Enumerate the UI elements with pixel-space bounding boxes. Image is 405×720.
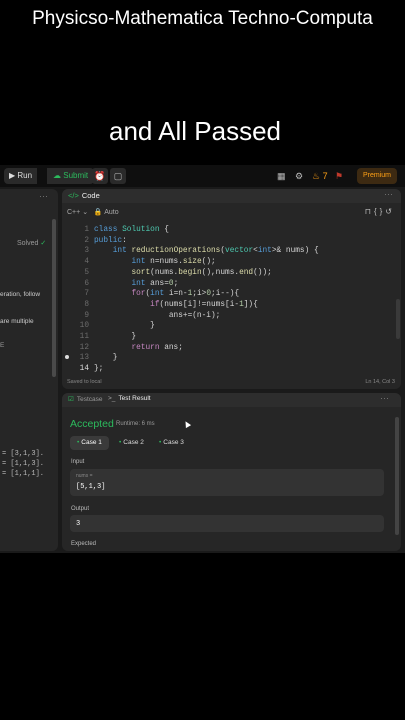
checkbox-icon: ☑ — [68, 396, 74, 403]
check-icon: • — [159, 439, 162, 446]
submit-button[interactable]: ☁ Submit — [47, 168, 95, 184]
line-number: 4 — [84, 258, 89, 267]
example-line: = [1,1,3]. — [2, 460, 45, 468]
test-result-panel: ☑ Testcase >_ Test Result ··· Accepted Run… — [62, 393, 401, 551]
line-number: 1 — [84, 226, 89, 234]
runtime-label: Runtime: 6 ms — [116, 421, 155, 427]
bookmark-icon[interactable]: ⊓ — [365, 207, 374, 216]
premium-button[interactable]: Premium — [356, 168, 397, 184]
leetcode-app: ▶ Run ☁ Submit ⏰ ▢ ▦ ⚙ ♨ 7 ⚑ Premium ···… — [0, 165, 405, 553]
fire-icon: ♨ — [312, 171, 321, 181]
braces-icon[interactable]: {} — [374, 207, 385, 216]
line-number: 13 — [79, 354, 89, 363]
example-line: = [1,1,1]. — [2, 470, 45, 478]
scrollbar[interactable] — [395, 417, 399, 535]
line-number: 9 — [84, 311, 89, 320]
more-icon[interactable]: ··· — [384, 189, 393, 199]
solved-badge: Solved ✓ — [17, 240, 47, 247]
case-tab-3[interactable]: • Case 3 — [152, 436, 191, 450]
check-icon: • — [119, 439, 122, 446]
code-panel-header: </> Code ··· — [62, 189, 401, 203]
case-tab-1[interactable]: • Case 1 — [70, 436, 109, 450]
check-circle-icon: ✓ — [40, 240, 47, 247]
line-number: 10 — [79, 322, 89, 331]
video-frame: Physicso-Mathematica Techno-Computa and … — [0, 0, 405, 720]
layout-icon[interactable]: ▦ — [277, 168, 286, 184]
run-button[interactable]: ▶ Run — [4, 168, 38, 184]
input-value: [5,1,3] — [76, 483, 106, 491]
output-value: 3 — [76, 520, 81, 528]
flag-icon[interactable]: ⚑ — [335, 168, 343, 184]
saved-status: Saved to local — [67, 379, 102, 385]
code-panel: </> Code ··· C++ ⌄ 🔒 Auto ⊓{}↺ 1234567891… — [62, 189, 401, 389]
description-text: E — [0, 342, 5, 349]
tab-test-result[interactable]: >_ Test Result — [108, 395, 151, 402]
line-number: 8 — [84, 300, 89, 309]
output-box: 3 — [70, 515, 384, 532]
chevron-down-icon: ⌄ — [82, 209, 89, 216]
expected-label: Expected — [71, 541, 97, 547]
streak-counter[interactable]: ♨ 7 — [312, 168, 328, 184]
example-line: = [3,1,3]. — [2, 450, 45, 458]
more-icon[interactable]: ··· — [39, 191, 48, 201]
terminal-icon: >_ — [108, 395, 116, 402]
reset-icon[interactable]: ↺ — [385, 207, 395, 216]
description-text: are multiple — [0, 318, 34, 325]
scrollbar[interactable] — [396, 299, 400, 339]
description-panel: ··· Solved ✓ eration, follow are multipl… — [0, 189, 58, 551]
status-badge: Accepted — [70, 418, 114, 430]
tab-testcase[interactable]: ☑ Testcase — [68, 395, 102, 403]
code-editor[interactable]: class Solution { public: int reductionOp… — [94, 225, 319, 375]
line-number: 6 — [84, 279, 89, 288]
gear-icon[interactable]: ⚙ — [295, 168, 303, 184]
mid-caption: and All Passed — [108, 116, 281, 146]
line-number: 14 — [79, 365, 89, 374]
line-number: 2 — [84, 236, 89, 245]
cursor-position: Ln 14, Col 3 — [365, 379, 395, 385]
language-selector[interactable]: C++ ⌄ 🔒 Auto — [67, 208, 119, 216]
alarm-icon[interactable]: ⏰ — [92, 168, 108, 184]
more-icon[interactable]: ··· — [380, 393, 389, 403]
line-number: 5 — [84, 268, 89, 277]
top-toolbar: ▶ Run ☁ Submit ⏰ ▢ ▦ ⚙ ♨ 7 ⚑ Premium — [0, 165, 405, 187]
description-text: eration, follow — [0, 291, 41, 298]
top-caption: Physicso-Mathematica Techno-Computa — [32, 8, 373, 29]
cloud-upload-icon: ☁ — [53, 171, 64, 180]
line-number: 3 — [84, 247, 89, 256]
input-label: Input — [71, 459, 85, 465]
output-label: Output — [71, 506, 90, 512]
scrollbar[interactable] — [52, 219, 56, 377]
line-number: 7 — [84, 290, 89, 299]
case-tab-2[interactable]: • Case 2 — [112, 436, 151, 450]
input-box: nums = [5,1,3] — [70, 469, 384, 496]
input-name: nums = — [76, 473, 93, 479]
check-icon: • — [77, 439, 80, 446]
result-panel-header: ☑ Testcase >_ Test Result ··· — [62, 393, 401, 407]
line-number: 11 — [79, 333, 89, 342]
note-icon[interactable]: ▢ — [110, 168, 126, 184]
code-icon: </> — [68, 191, 79, 200]
editor-actions: ⊓{}↺ — [365, 207, 395, 216]
line-number: 12 — [79, 343, 89, 352]
code-tab[interactable]: </> Code — [68, 191, 100, 200]
line-numbers: 1 2 3 4 5 6 7 8 9 10 11 12 13 14 — [67, 225, 89, 375]
lock-icon: 🔒 — [93, 209, 103, 216]
